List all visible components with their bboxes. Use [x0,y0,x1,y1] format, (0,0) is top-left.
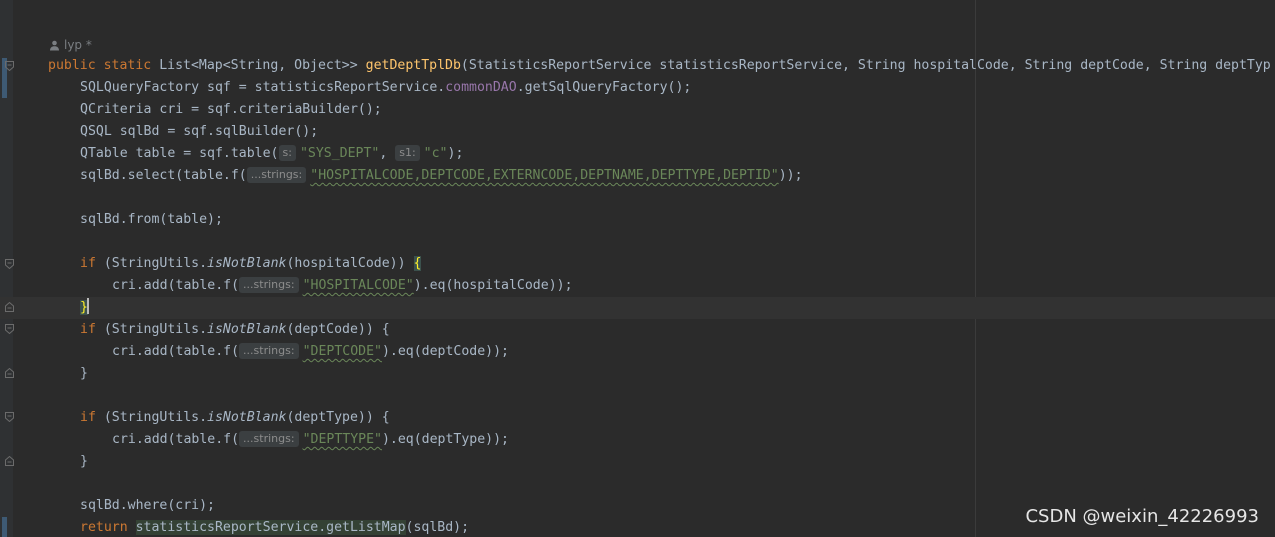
text-caret [86,298,89,314]
code-text: (deptType)) { [286,410,390,425]
string-literal: "HOSPITALCODE" [302,278,414,293]
code-text: QTable table = sqf.table( [80,146,279,161]
field-reference: commonDAO [445,80,517,95]
code-text: cri.add(table.f( [112,344,240,359]
code-text: ).eq(hospitalCode)); [413,278,573,293]
code-text: )); [778,168,803,183]
string-literal: "HOSPITALCODE,DEPTCODE,EXTERNCODE,DEPTNA… [310,168,779,183]
code-text: ); [447,146,464,161]
fold-end-icon[interactable] [5,302,14,312]
string-literal: "DEPTCODE" [302,344,382,359]
code-text: ).eq(deptType)); [381,432,510,447]
code-line[interactable]: cri.add(table.f(...strings: "HOSPITALCODE… [112,275,573,297]
person-icon [50,40,59,50]
keyword: public [48,58,96,73]
code-line[interactable]: cri.add(table.f(...strings: "DEPTCODE").e… [112,341,509,363]
method-name[interactable]: getDeptTplDb [366,58,461,73]
code-line[interactable]: QSQL sqlBd = sqf.sqlBuilder(); [80,121,318,143]
fold-icon[interactable] [5,61,14,71]
right-margin-guide [975,0,976,537]
watermark: CSDN @weixin_42226993 [1025,506,1259,527]
code-line[interactable]: SQLQueryFactory sqf = statisticsReportSe… [80,77,691,99]
code-line[interactable]: sqlBd.from(table); [80,209,223,231]
code-editor[interactable]: lyp * public static List<Map<String, Obj… [0,0,1275,537]
parameter-hint: ...strings: [246,167,307,183]
keyword: return [80,520,128,535]
return-type: List<Map<String, Object>> [159,58,366,73]
highlighted-usage: statisticsReportService.getListMap [135,520,406,535]
string-literal: "SYS_DEPT" [299,146,380,161]
code-line[interactable]: cri.add(table.f(...strings: "DEPTTYPE").e… [112,429,509,451]
keyword: if [80,322,96,337]
code-line-if[interactable]: if (StringUtils.isNotBlank(hospitalCode)… [80,253,422,275]
code-text: SQLQueryFactory sqf = statisticsReportSe… [80,80,446,95]
code-text: , [379,146,396,161]
code-text: sqlBd.select(table.f( [80,168,247,183]
code-line-current[interactable]: } [80,297,89,319]
code-line[interactable]: sqlBd.where(cri); [80,495,215,517]
code-text: .getSqlQueryFactory(); [516,80,692,95]
fold-icon[interactable] [5,412,14,422]
code-text: (StringUtils. [95,410,208,425]
parameter-hint: s: [278,145,296,161]
code-text: (hospitalCode)) [286,256,414,271]
fold-end-icon[interactable] [5,456,14,466]
keyword: if [80,256,96,271]
code-text: cri.add(table.f( [112,278,240,293]
code-text: cri.add(table.f( [112,432,240,447]
method-call: isNotBlank [207,410,287,425]
current-line-highlight [0,297,1275,319]
code-line[interactable]: sqlBd.select(table.f(...strings: "HOSPITA… [80,165,803,187]
matched-brace: { [413,256,422,271]
code-text: ).eq(deptCode)); [381,344,510,359]
string-literal: "DEPTTYPE" [302,432,382,447]
code-text: (sqlBd); [405,520,470,535]
keyword: if [80,410,96,425]
code-line-if[interactable]: if (StringUtils.isNotBlank(deptType)) { [80,407,390,429]
code-line-method-declaration[interactable]: public static List<Map<String, Object>> … [48,55,1271,77]
method-call: isNotBlank [207,322,287,337]
vcs-change-marker[interactable] [2,517,7,537]
code-text: (deptCode)) { [286,322,390,337]
code-text: (StringUtils. [95,322,208,337]
fold-icon[interactable] [5,324,14,334]
code-line-if[interactable]: if (StringUtils.isNotBlank(deptCode)) { [80,319,390,341]
parameter-hint: ...strings: [239,277,299,293]
code-line[interactable]: QCriteria cri = sqf.criteriaBuilder(); [80,99,382,121]
parameter-hint: s1: [395,145,420,161]
author-name: lyp * [64,38,92,52]
parameter-list: (StatisticsReportService statisticsRepor… [460,58,1271,73]
method-call: isNotBlank [207,256,287,271]
author-hint[interactable]: lyp * [49,36,92,54]
code-line[interactable]: } [80,363,88,385]
code-line[interactable]: QTable table = sqf.table(s: "SYS_DEPT", s… [80,143,463,165]
code-line-return[interactable]: return statisticsReportService.getListMa… [80,517,469,537]
string-literal: "c" [423,146,448,161]
parameter-hint: ...strings: [239,343,299,359]
keyword: static [103,58,152,73]
fold-end-icon[interactable] [5,368,14,378]
parameter-hint: ...strings: [239,431,299,447]
code-text: (StringUtils. [95,256,208,271]
fold-icon[interactable] [5,259,14,269]
code-line[interactable]: } [80,451,88,473]
